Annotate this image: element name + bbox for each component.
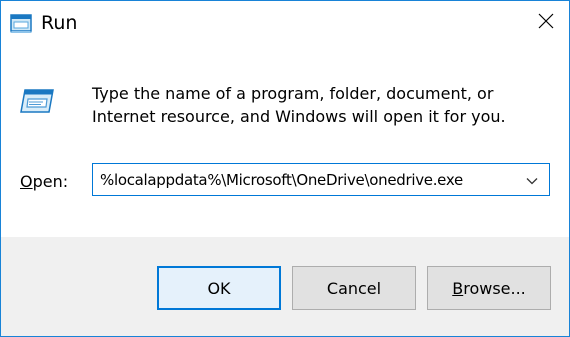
cancel-button[interactable]: Cancel bbox=[292, 266, 416, 310]
dialog-body: Type the name of a program, folder, docu… bbox=[1, 47, 569, 237]
open-input[interactable] bbox=[93, 164, 513, 195]
window-title: Run bbox=[41, 12, 78, 34]
open-dropdown-button[interactable] bbox=[515, 164, 549, 195]
ok-button[interactable]: OK bbox=[157, 266, 281, 310]
chevron-down-icon bbox=[526, 170, 538, 189]
open-label: Open: bbox=[20, 172, 68, 192]
run-illustration-icon bbox=[19, 88, 55, 114]
browse-label: rowse... bbox=[463, 278, 526, 298]
run-description: Type the name of a program, folder, docu… bbox=[92, 84, 506, 126]
run-dialog: Run Type the name of a program, folder, … bbox=[0, 0, 570, 337]
run-app-icon bbox=[9, 12, 33, 34]
browse-button[interactable]: Browse... bbox=[427, 266, 551, 310]
browse-accelerator: B bbox=[452, 278, 464, 298]
title-bar[interactable]: Run bbox=[1, 1, 569, 47]
close-button[interactable] bbox=[523, 1, 569, 45]
open-label-accelerator: O bbox=[20, 172, 33, 191]
button-bar: OK Cancel Browse... bbox=[1, 237, 569, 336]
close-icon bbox=[538, 13, 554, 33]
open-label-text: pen: bbox=[32, 172, 69, 191]
open-combobox[interactable] bbox=[92, 163, 550, 196]
